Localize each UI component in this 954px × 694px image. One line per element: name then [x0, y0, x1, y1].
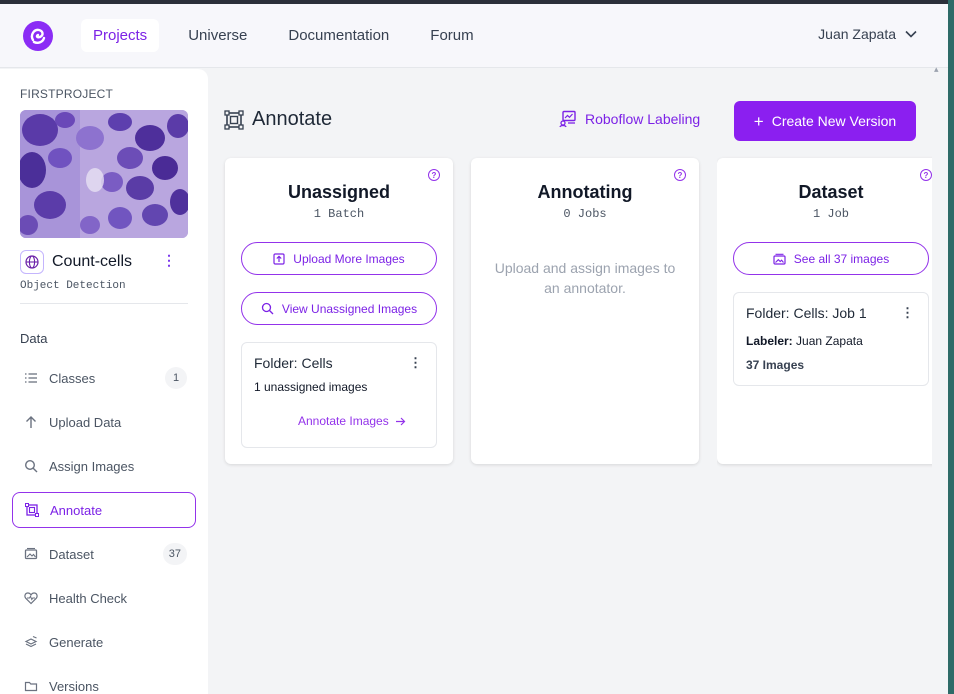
sidebar: FIRSTPROJECT Count-cells ⋮ Object Detect… — [0, 69, 208, 694]
project-menu-icon[interactable]: ⋮ — [162, 252, 176, 269]
column-subtitle: 1 Batch — [313, 207, 365, 221]
annotate-images-label: Annotate Images — [298, 414, 389, 428]
dataset-column: ? Dataset 1 Job See all 37 images Folder… — [717, 158, 932, 464]
help-icon[interactable]: ? — [674, 169, 686, 181]
column-title: Annotating — [537, 182, 633, 202]
roboflow-labeling-label: Roboflow Labeling — [585, 111, 701, 127]
column-subtitle: 1 Job — [812, 207, 849, 221]
scroll-up-caret-icon[interactable]: ▴ — [934, 64, 939, 75]
nav-projects[interactable]: Projects — [81, 19, 160, 52]
upload-more-images-label: Upload More Images — [293, 251, 405, 266]
annotate-icon — [224, 109, 244, 130]
sidebar-item-label: Assign Images — [49, 458, 135, 474]
nav-documentation[interactable]: Documentation — [276, 19, 401, 52]
upload-icon — [273, 252, 285, 265]
classes-count-badge: 1 — [165, 367, 187, 389]
sidebar-item-health-check[interactable]: Health Check — [12, 580, 196, 616]
project-header: Count-cells ⋮ — [20, 250, 188, 274]
job-card[interactable]: Folder: Cells: Job 1 ⋮ Labeler: Juan Zap… — [733, 292, 929, 386]
search-icon — [261, 302, 274, 315]
roboflow-logo[interactable] — [23, 20, 53, 51]
sidebar-item-label: Versions — [49, 678, 99, 694]
labeling-icon — [559, 110, 576, 128]
sidebar-item-assign-images[interactable]: Assign Images — [12, 448, 196, 484]
page-title: Annotate — [224, 108, 332, 131]
batch-menu-icon[interactable]: ⋮ — [409, 355, 422, 371]
unassigned-column: ? Unassigned 1 Batch Upload More Images … — [225, 158, 453, 464]
page-title-text: Annotate — [252, 108, 333, 130]
batch-title: Folder: Cells — [254, 355, 333, 371]
sidebar-item-label: Health Check — [49, 590, 128, 606]
sidebar-item-label: Annotate — [50, 502, 103, 518]
empty-state-text: Upload and assign images to an annotator… — [494, 260, 676, 296]
roboflow-labeling-link[interactable]: Roboflow Labeling — [559, 110, 700, 128]
images-icon — [773, 253, 786, 265]
user-name: Juan Zapata — [818, 26, 896, 42]
section-label: Data — [20, 331, 48, 346]
globe-icon — [20, 250, 44, 274]
sidebar-item-generate[interactable]: Generate — [12, 624, 196, 660]
top-navbar: Projects Universe Documentation Forum Ju… — [0, 4, 948, 68]
annotating-column: ? Annotating 0 Jobs Upload and assign im… — [471, 158, 699, 464]
see-all-images-button[interactable]: See all 37 images — [733, 242, 929, 275]
column-title: Unassigned — [287, 182, 391, 202]
job-title: Folder: Cells: Job 1 — [746, 305, 867, 321]
nav-forum[interactable]: Forum — [418, 19, 485, 52]
sidebar-item-annotate[interactable]: Annotate — [12, 492, 196, 528]
job-labeler: Labeler: Juan Zapata — [746, 334, 863, 348]
sidebar-item-label: Classes — [49, 370, 96, 386]
workspace-label: FIRSTPROJECT — [20, 87, 114, 101]
chevron-down-icon — [905, 30, 917, 38]
labeler-name: Juan Zapata — [796, 334, 863, 348]
create-new-version-label: Create New Version — [771, 113, 897, 129]
sidebar-item-classes[interactable]: Classes 1 — [12, 360, 196, 396]
project-thumbnail[interactable] — [20, 110, 188, 238]
folder-icon — [23, 678, 39, 694]
help-icon[interactable]: ? — [920, 169, 932, 181]
batch-detail: 1 unassigned images — [254, 380, 368, 394]
see-all-images-label: See all 37 images — [793, 251, 890, 266]
upload-more-images-button[interactable]: Upload More Images — [241, 242, 437, 275]
create-new-version-button[interactable]: + Create New Version — [734, 101, 916, 141]
annotate-images-link[interactable]: Annotate Images — [298, 414, 406, 428]
cell-image-icon — [20, 110, 188, 238]
column-subtitle: 0 Jobs — [563, 207, 607, 221]
images-icon — [23, 546, 39, 562]
help-icon[interactable]: ? — [428, 169, 440, 181]
sidebar-item-label: Upload Data — [49, 414, 122, 430]
column-title: Dataset — [798, 182, 864, 202]
project-name: Count-cells — [52, 253, 133, 270]
sidebar-item-dataset[interactable]: Dataset 37 — [12, 536, 196, 572]
arrow-right-icon — [395, 417, 406, 425]
user-menu[interactable]: Juan Zapata — [818, 26, 918, 42]
search-icon — [23, 458, 39, 474]
window-right-border — [948, 0, 954, 694]
dataset-count-badge: 37 — [162, 543, 187, 565]
plus-icon: + — [753, 111, 764, 131]
sidebar-item-upload-data[interactable]: Upload Data — [12, 404, 196, 440]
sidebar-item-label: Dataset — [49, 546, 94, 562]
view-unassigned-images-button[interactable]: View Unassigned Images — [241, 292, 437, 325]
list-icon — [23, 370, 39, 386]
sidebar-divider — [20, 303, 188, 304]
dataset-column-viewport: ? Dataset 1 Job See all 37 images Folder… — [717, 150, 932, 480]
annotate-icon — [24, 502, 40, 518]
sidebar-item-versions[interactable]: Versions — [12, 668, 196, 694]
view-unassigned-images-label: View Unassigned Images — [281, 301, 418, 316]
layers-icon — [23, 634, 39, 650]
nav-universe[interactable]: Universe — [176, 19, 259, 52]
arrow-up-icon — [23, 414, 39, 430]
project-type: Object Detection — [20, 280, 126, 292]
labeler-label: Labeler: — [746, 334, 793, 348]
main-nav: Projects Universe Documentation Forum — [81, 19, 503, 52]
job-menu-icon[interactable]: ⋮ — [901, 305, 914, 321]
logo-glyph-icon — [30, 28, 46, 44]
job-image-count: 37 Images — [746, 358, 805, 372]
sidebar-item-label: Generate — [49, 634, 104, 650]
batch-card[interactable]: Folder: Cells ⋮ 1 unassigned images Anno… — [241, 342, 437, 448]
heart-pulse-icon — [23, 590, 39, 606]
sidebar-nav: Classes 1 Upload Data Assign Images Anno… — [12, 360, 196, 694]
